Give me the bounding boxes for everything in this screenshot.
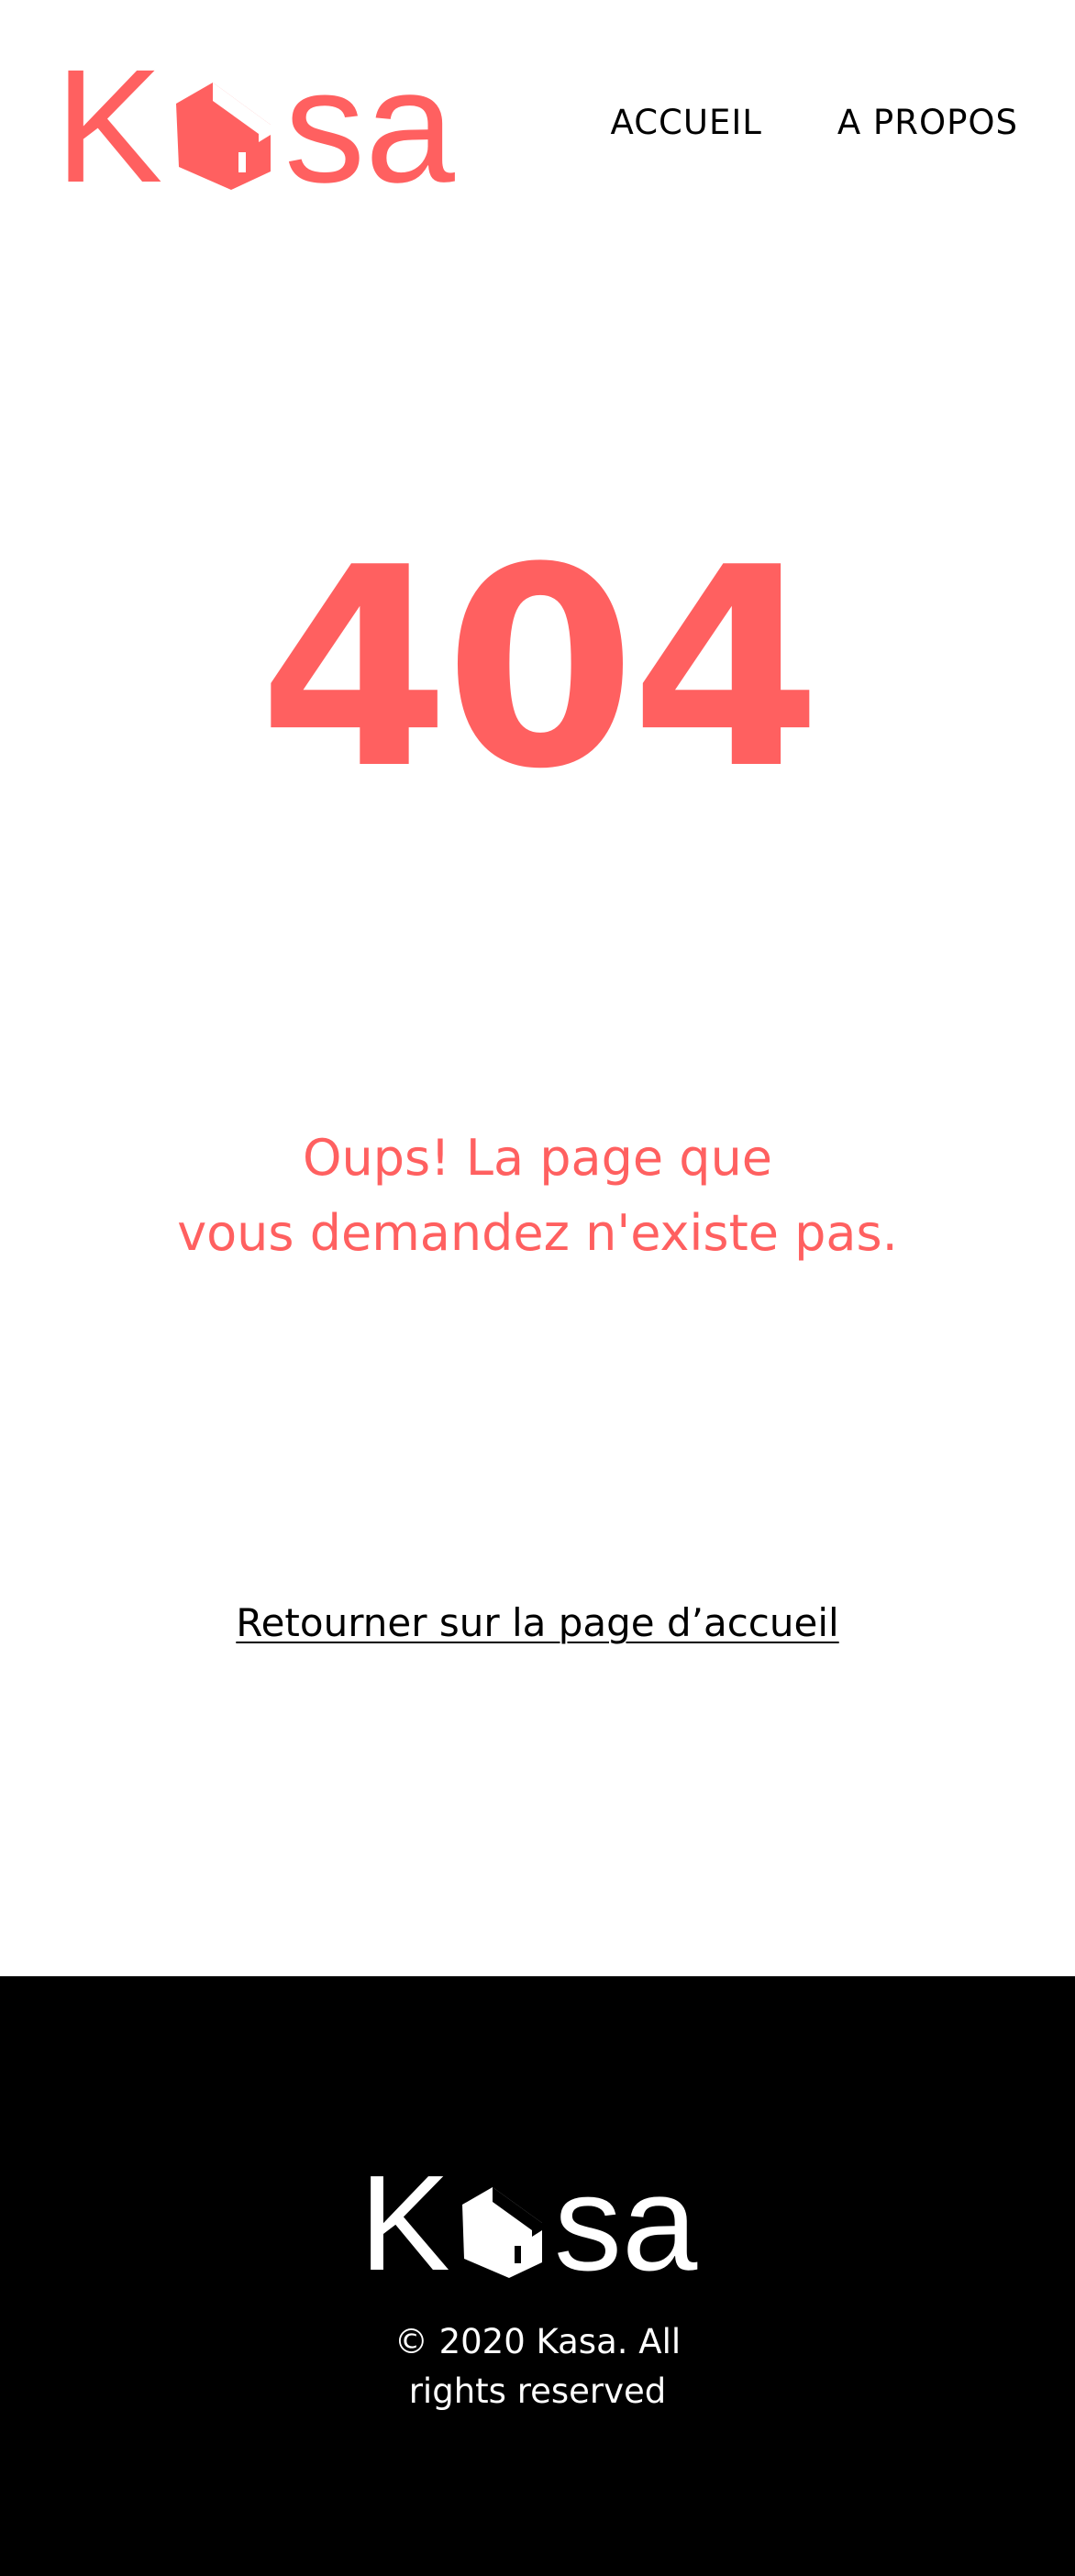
site-footer: K sa © 2020 Kasa. All rights reserved: [0, 1976, 1075, 2576]
error-message-line-2: vous demandez n'existe pas.: [177, 1204, 898, 1262]
error-code: 404: [258, 509, 822, 829]
kasa-logo-svg-white: K sa: [360, 2161, 698, 2281]
main-nav: ACCUEIL A PROPOS: [611, 103, 1018, 142]
kasa-logo-svg: K sa: [55, 53, 455, 191]
error-message: Oups! La page que vous demandez n'existe…: [0, 1121, 1075, 1271]
footer-logo-letters-sa: sa: [554, 2161, 698, 2281]
copyright-line-2: rights reserved: [408, 2371, 667, 2411]
nav-link-home[interactable]: ACCUEIL: [611, 103, 762, 142]
nav-link-about[interactable]: A PROPOS: [837, 103, 1018, 142]
house-icon: [176, 83, 271, 190]
footer-logo: K sa: [360, 2161, 717, 2281]
copyright-line-1: © 2020 Kasa. All: [393, 2322, 682, 2361]
logo-letters-sa: sa: [284, 53, 455, 191]
copyright-text: © 2020 Kasa. All rights reserved: [0, 2317, 1075, 2416]
header-logo[interactable]: K sa: [55, 53, 477, 191]
error-message-line-1: Oups! La page que: [302, 1129, 773, 1187]
page: K sa ACCUEIL A PROPOS 404 Oups! La page …: [0, 0, 1075, 2576]
footer-logo-letter-k: K: [360, 2161, 450, 2281]
home-link-wrapper: Retourner sur la page d’accueil: [0, 1600, 1075, 1645]
logo-letter-k: K: [55, 53, 162, 191]
site-header: K sa ACCUEIL A PROPOS: [0, 0, 1075, 229]
back-to-home-link[interactable]: Retourner sur la page d’accueil: [236, 1600, 838, 1645]
error-section: 404 Oups! La page que vous demandez n'ex…: [0, 229, 1075, 1976]
house-icon: [462, 2187, 542, 2278]
